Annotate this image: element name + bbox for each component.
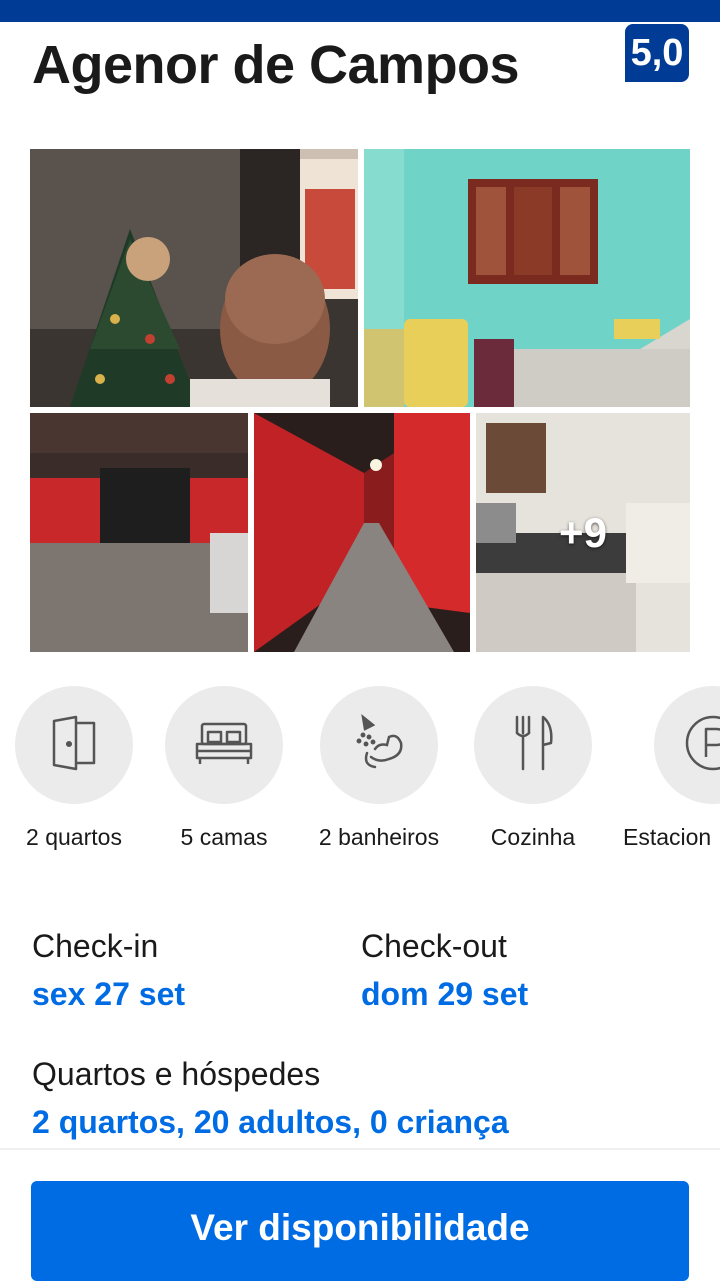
checkout-label: Check-out [361, 928, 507, 964]
gallery-photo-more[interactable]: +9 [476, 413, 690, 652]
amenity-kitchen: Cozinha [474, 686, 592, 850]
door-icon [46, 715, 102, 776]
gallery-photo-3[interactable] [30, 413, 248, 652]
amenity-bedrooms: 2 quartos [15, 686, 133, 850]
amenity-bathrooms: 2 banheiros [319, 686, 439, 850]
gallery-photo-1[interactable] [30, 149, 358, 407]
gallery-photo-4[interactable] [254, 413, 470, 652]
checkin-label: Check-in [32, 928, 159, 964]
rooms-guests-value[interactable]: 2 quartos, 20 adultos, 0 criança [32, 1104, 509, 1141]
cutlery-icon [509, 713, 557, 778]
property-title: Agenor de Campos [32, 35, 520, 95]
checkin-date[interactable]: sex 27 set [32, 976, 185, 1013]
amenity-beds: 5 camas [165, 686, 283, 850]
checkout-date[interactable]: dom 29 set [361, 976, 528, 1013]
amenity-label: 2 quartos [26, 824, 122, 850]
amenity-label: Estacion [623, 824, 712, 850]
review-score-badge[interactable]: 5,0 [625, 24, 689, 82]
shower-icon [349, 713, 409, 778]
amenity-parking: Estacion [623, 686, 720, 850]
amenity-label: Cozinha [490, 824, 576, 850]
rooms-guests-label: Quartos e hóspedes [32, 1056, 321, 1092]
more-photos-count[interactable]: +9 [476, 413, 690, 652]
top-status-bar [0, 0, 720, 22]
amenity-label: 2 banheiros [318, 824, 440, 850]
check-availability-button[interactable]: Ver disponibilidade [31, 1181, 689, 1281]
gallery-photo-2[interactable] [364, 149, 690, 407]
footer-divider [0, 1148, 720, 1150]
bed-icon [194, 718, 254, 773]
parking-icon [683, 713, 720, 778]
amenity-label: 5 camas [180, 824, 268, 850]
